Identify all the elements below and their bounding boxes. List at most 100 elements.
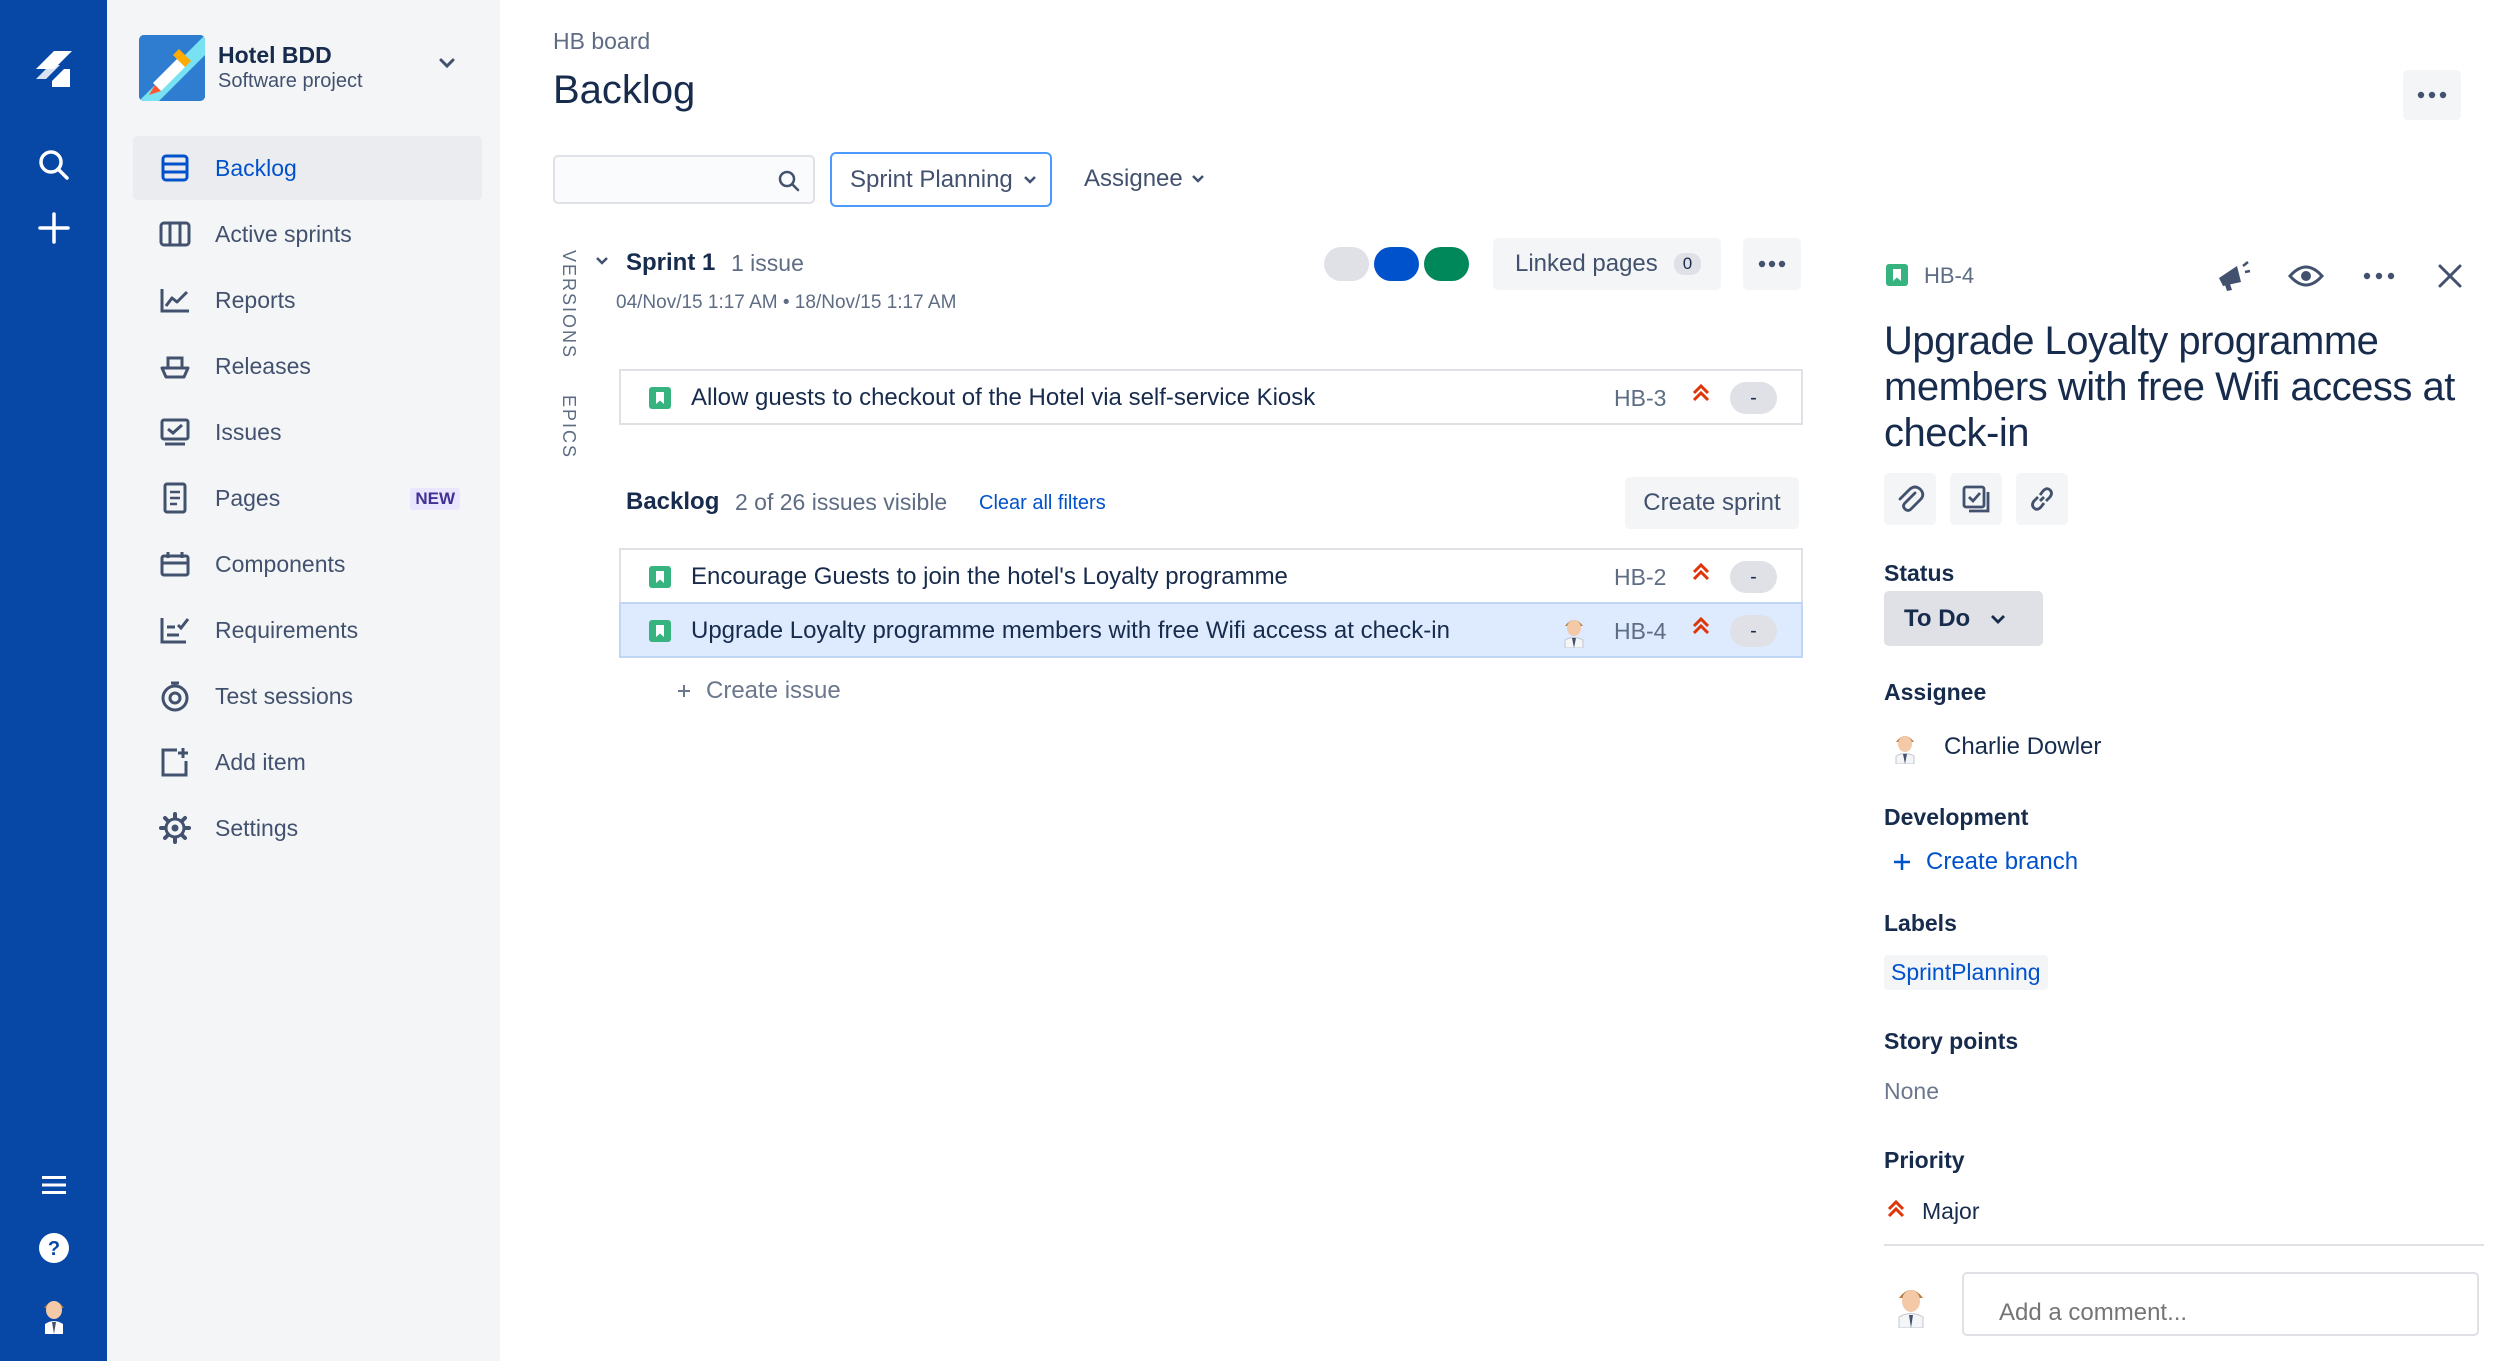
chevron-down-icon: [1191, 175, 1204, 183]
story-points-value[interactable]: None: [1884, 1078, 1939, 1105]
help-icon[interactable]: ?: [0, 1228, 107, 1268]
project-name[interactable]: Hotel BDD: [218, 42, 332, 69]
clear-filters-link[interactable]: Clear all filters: [979, 492, 1106, 515]
backlog-issue-row-selected[interactable]: Upgrade Loyalty programme members with f…: [619, 602, 1803, 658]
svg-text:?: ?: [47, 1238, 59, 1260]
chevron-down-icon: [1991, 614, 2006, 624]
assignee-label: Assignee: [1884, 679, 1987, 705]
commenter-avatar: [1894, 1282, 1928, 1328]
estimate-badge: -: [1730, 382, 1777, 414]
sidebar-item-label: Backlog: [215, 154, 297, 181]
component-icon: [155, 550, 195, 578]
link-icon[interactable]: [2016, 473, 2068, 525]
sidebar-item-components[interactable]: Components: [133, 532, 482, 596]
search-input[interactable]: [553, 155, 815, 204]
attach-paperclip-icon[interactable]: [1884, 473, 1936, 525]
subtask-checklist-icon[interactable]: [1950, 473, 2002, 525]
board-icon: [155, 220, 195, 248]
ellipsis-icon: [1758, 260, 1786, 268]
ship-icon: [155, 352, 195, 380]
sprint-more-button[interactable]: [1743, 238, 1801, 290]
search-icon[interactable]: [0, 140, 107, 190]
sidebar-item-label: Test sessions: [215, 682, 354, 709]
project-sidebar: Hotel BDD Software project Backlog Activ…: [107, 0, 500, 1361]
sidebar-item-add-item[interactable]: Add item: [133, 730, 482, 794]
status-todo-dot: [1324, 247, 1369, 281]
status-done-dot: [1424, 247, 1469, 281]
sidebar-item-reports[interactable]: Reports: [133, 268, 482, 332]
comment-input[interactable]: [1962, 1272, 2479, 1336]
sidebar-item-label: Settings: [215, 814, 299, 841]
sidebar-item-active-sprints[interactable]: Active sprints: [133, 202, 482, 266]
backlog-issue-row[interactable]: Encourage Guests to join the hotel's Loy…: [619, 548, 1803, 604]
sidebar-item-label: Pages: [215, 484, 281, 511]
panel-divider: [1884, 1244, 2484, 1246]
detail-issue-title[interactable]: Upgrade Loyalty programme members with f…: [1884, 318, 2484, 456]
assignee-avatar: [1892, 730, 1918, 764]
breadcrumb[interactable]: HB board: [553, 28, 650, 55]
page-title: Backlog: [553, 68, 696, 112]
detail-issue-key[interactable]: HB-4: [1924, 263, 1974, 289]
sprint-collapse-chevron-icon[interactable]: [594, 255, 610, 267]
close-icon[interactable]: [2436, 262, 2464, 290]
issue-key[interactable]: HB-3: [1614, 385, 1666, 412]
sidebar-item-label: Requirements: [215, 616, 359, 643]
issue-key[interactable]: HB-4: [1614, 618, 1666, 645]
sidebar-item-backlog[interactable]: Backlog: [133, 136, 482, 200]
assignee-avatar: [1561, 614, 1587, 648]
test-sessions-icon: [155, 680, 195, 712]
issue-key[interactable]: HB-2: [1614, 564, 1666, 591]
add-item-icon: [155, 746, 195, 778]
create-plus-icon[interactable]: [0, 203, 107, 253]
quick-filter-label: Sprint Planning: [850, 165, 1013, 193]
issue-summary: Upgrade Loyalty programme members with f…: [691, 617, 1450, 644]
assignee-filter-label: Assignee: [1084, 165, 1183, 192]
project-avatar[interactable]: [139, 35, 205, 101]
labels-label: Labels: [1884, 910, 1957, 936]
sidebar-item-label: Components: [215, 550, 346, 577]
assignee-name[interactable]: Charlie Dowler: [1944, 733, 2101, 761]
sidebar-item-requirements[interactable]: Requirements: [133, 598, 482, 662]
issue-summary: Encourage Guests to join the hotel's Loy…: [691, 563, 1288, 590]
label-tag[interactable]: SprintPlanning: [1884, 955, 2048, 990]
priority-major-icon: [1691, 383, 1711, 405]
story-icon: [649, 566, 671, 588]
page-more-button[interactable]: [2403, 70, 2461, 120]
sidebar-item-pages[interactable]: Pages NEW: [133, 466, 482, 530]
watch-eye-icon[interactable]: [2288, 263, 2324, 289]
status-value: To Do: [1904, 604, 1971, 632]
sidebar-item-label: Issues: [215, 418, 282, 445]
sprint-issue-row[interactable]: Allow guests to checkout of the Hotel vi…: [619, 369, 1803, 425]
issues-icon: [155, 417, 195, 447]
status-dropdown[interactable]: To Do: [1884, 591, 2043, 646]
sidebar-item-test-sessions[interactable]: Test sessions: [133, 664, 482, 728]
create-branch-link[interactable]: Create branch: [1892, 848, 2078, 876]
priority-major-icon: [1691, 616, 1711, 638]
page-icon: [155, 482, 195, 514]
sidebar-item-releases[interactable]: Releases: [133, 334, 482, 398]
sidebar-item-settings[interactable]: Settings: [133, 796, 482, 860]
sidebar-item-label: Active sprints: [215, 220, 352, 247]
create-issue-button[interactable]: Create issue: [676, 677, 841, 705]
feedback-megaphone-icon[interactable]: [2215, 260, 2251, 292]
epics-tab[interactable]: EPICS: [558, 395, 579, 459]
chevron-down-icon[interactable]: [437, 56, 457, 70]
versions-tab[interactable]: VERSIONS: [558, 250, 579, 359]
status-in-progress-dot: [1374, 247, 1419, 281]
priority-value[interactable]: Major: [1922, 1198, 1980, 1225]
linked-pages-button[interactable]: Linked pages 0: [1493, 238, 1721, 290]
plus-icon: [1894, 854, 1910, 870]
new-badge: NEW: [410, 488, 460, 510]
detail-more-icon[interactable]: [2363, 272, 2395, 280]
sprint-dates: 04/Nov/15 1:17 AM • 18/Nov/15 1:17 AM: [616, 292, 957, 313]
profile-avatar[interactable]: [0, 1292, 107, 1336]
chevron-down-icon: [1023, 175, 1036, 184]
story-icon: [649, 620, 671, 642]
linked-pages-count: 0: [1673, 253, 1702, 275]
assignee-filter[interactable]: Assignee: [1084, 165, 1205, 193]
menu-icon[interactable]: [0, 1165, 107, 1205]
quick-filter-sprint-planning[interactable]: Sprint Planning: [830, 152, 1052, 207]
jira-logo-icon[interactable]: [0, 40, 107, 100]
sidebar-item-issues[interactable]: Issues: [133, 400, 482, 464]
create-sprint-button[interactable]: Create sprint: [1625, 477, 1799, 529]
